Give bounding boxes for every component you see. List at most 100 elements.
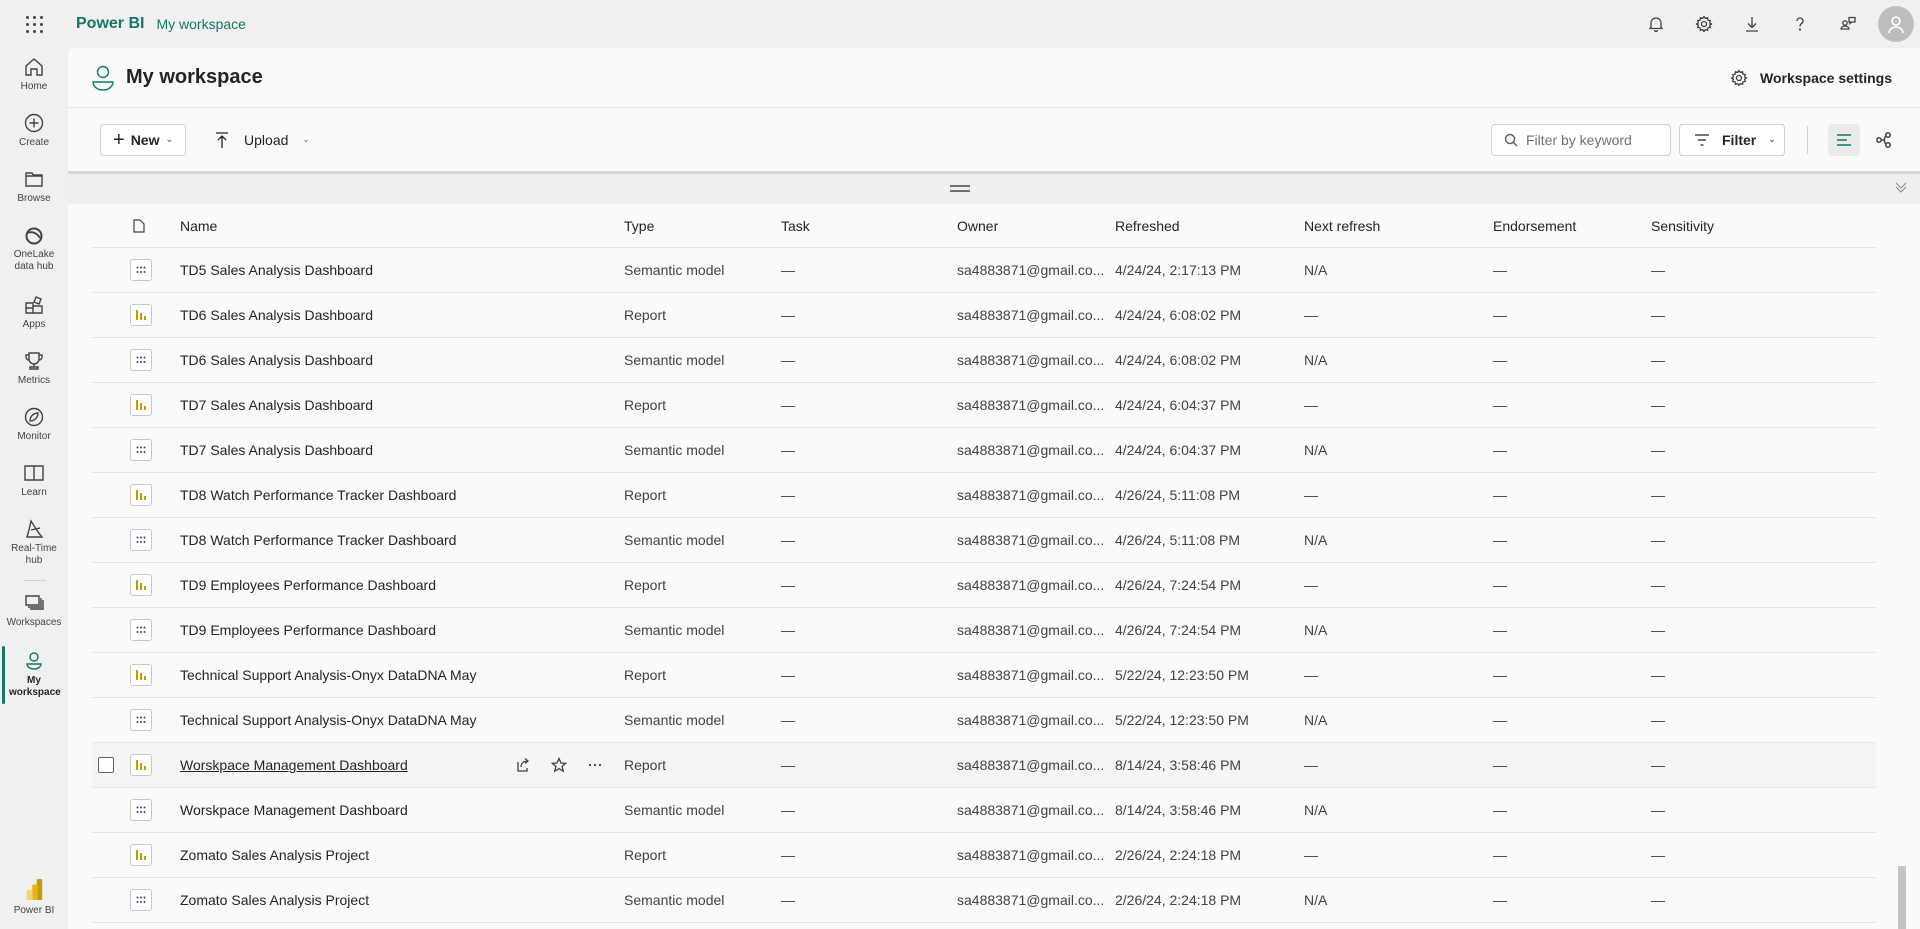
nav-apps[interactable]: Apps bbox=[0, 294, 68, 331]
table-row[interactable]: Worskpace Management Dashboard Semantic m… bbox=[92, 788, 1876, 833]
more-options-button[interactable] bbox=[584, 754, 606, 776]
notifications-button[interactable] bbox=[1632, 0, 1680, 48]
table-row[interactable]: Zomato Sales Analysis Project Semantic mo… bbox=[92, 878, 1876, 923]
app-launcher-button[interactable] bbox=[0, 0, 68, 48]
search-input[interactable] bbox=[1526, 131, 1666, 148]
realtime-icon bbox=[26, 519, 44, 538]
nav-browse[interactable]: Browse bbox=[0, 168, 68, 205]
nav-metrics[interactable]: Metrics bbox=[0, 350, 68, 387]
lineage-view-button[interactable] bbox=[1868, 124, 1900, 156]
column-header-owner[interactable]: Owner bbox=[957, 218, 1115, 234]
upload-button[interactable]: Upload ⌄ bbox=[214, 124, 310, 156]
item-name-link[interactable]: Worskpace Management Dashboard bbox=[180, 802, 408, 818]
item-name-link[interactable]: TD6 Sales Analysis Dashboard bbox=[180, 307, 373, 323]
filter-button[interactable]: Filter ⌄ bbox=[1679, 123, 1785, 156]
filter-keyword-search[interactable] bbox=[1491, 123, 1671, 156]
item-name-link[interactable]: TD6 Sales Analysis Dashboard bbox=[180, 352, 373, 368]
nav-monitor[interactable]: Monitor bbox=[0, 406, 68, 443]
item-name-link[interactable]: TD8 Watch Performance Tracker Dashboard bbox=[180, 487, 456, 503]
nav-create[interactable]: Create bbox=[0, 112, 68, 149]
table-row[interactable]: TD6 Sales Analysis Dashboard Semantic mod… bbox=[92, 338, 1876, 383]
list-view-button[interactable] bbox=[1828, 123, 1860, 156]
ellipsis-icon bbox=[588, 763, 602, 767]
item-name-link[interactable]: Technical Support Analysis-Onyx DataDNA … bbox=[180, 667, 476, 683]
table-row[interactable]: Technical Support Analysis-Onyx DataDNA … bbox=[92, 653, 1876, 698]
new-button[interactable]: + New ⌄ bbox=[100, 123, 187, 156]
item-type-cell bbox=[130, 619, 180, 641]
filter-label: Filter bbox=[1722, 131, 1757, 148]
endorsement-cell: — bbox=[1493, 892, 1507, 908]
brand-name[interactable]: Power BI bbox=[76, 15, 144, 33]
filter-icon bbox=[1695, 133, 1709, 146]
nav-onelake[interactable]: OneLake data hub bbox=[0, 224, 68, 273]
table-row[interactable]: TD5 Sales Analysis Dashboard Semantic mod… bbox=[92, 248, 1876, 293]
column-header-task[interactable]: Task bbox=[781, 218, 957, 234]
refreshed-cell: 4/26/24, 7:24:54 PM bbox=[1115, 622, 1242, 638]
table-row[interactable]: TD8 Watch Performance Tracker Dashboard R… bbox=[92, 473, 1876, 518]
table-row[interactable]: TD7 Sales Analysis Dashboard Report — sa488… bbox=[92, 383, 1876, 428]
semantic-model-icon bbox=[130, 259, 152, 281]
column-header-next-refresh[interactable]: Next refresh bbox=[1304, 218, 1493, 234]
type-cell: Report bbox=[624, 757, 667, 773]
item-name-link[interactable]: TD7 Sales Analysis Dashboard bbox=[180, 397, 373, 413]
refreshed-cell: 4/24/24, 2:17:13 PM bbox=[1115, 262, 1242, 278]
item-name-link[interactable]: Worskpace Management Dashboard bbox=[180, 757, 408, 773]
type-icon-column bbox=[130, 218, 180, 233]
item-type-cell bbox=[130, 574, 180, 596]
next-refresh-cell: N/A bbox=[1304, 442, 1328, 458]
share-button[interactable] bbox=[512, 754, 534, 776]
item-name-link[interactable]: Zomato Sales Analysis Project bbox=[180, 847, 369, 863]
workspace-settings-button[interactable]: Workspace settings bbox=[1730, 68, 1892, 87]
vertical-scrollbar[interactable] bbox=[1898, 866, 1906, 929]
download-icon bbox=[1746, 17, 1758, 32]
refreshed-cell: 2/26/24, 2:24:18 PM bbox=[1115, 847, 1242, 863]
table-row[interactable]: Worskpace Management Dashboard Report — sa4… bbox=[92, 743, 1876, 788]
settings-button[interactable] bbox=[1680, 0, 1728, 48]
collapse-button[interactable] bbox=[1894, 180, 1910, 196]
item-name-link[interactable]: Zomato Sales Analysis Project bbox=[180, 892, 369, 908]
column-header-type[interactable]: Type bbox=[624, 218, 781, 234]
table-row[interactable]: TD9 Employees Performance Dashboard Repor… bbox=[92, 563, 1876, 608]
waffle-icon bbox=[25, 15, 43, 33]
nav-workspaces[interactable]: Workspaces bbox=[0, 592, 68, 629]
favorite-button[interactable] bbox=[548, 754, 570, 776]
column-header-endorsement[interactable]: Endorsement bbox=[1493, 218, 1651, 234]
table-row[interactable]: TD8 Watch Performance Tracker Dashboard S… bbox=[92, 518, 1876, 563]
table-row[interactable]: Zomato Sales Analysis Project Report — sa48… bbox=[92, 833, 1876, 878]
item-name-link[interactable]: Technical Support Analysis-Onyx DataDNA … bbox=[180, 712, 476, 728]
bell-icon bbox=[1648, 17, 1664, 33]
table-row[interactable]: TD6 Sales Analysis Dashboard Report — sa488… bbox=[92, 293, 1876, 338]
row-checkbox[interactable] bbox=[98, 757, 114, 773]
name-cell: Worskpace Management Dashboard bbox=[180, 802, 624, 818]
item-name-link[interactable]: TD9 Employees Performance Dashboard bbox=[180, 577, 436, 593]
item-name-link[interactable]: TD5 Sales Analysis Dashboard bbox=[180, 262, 373, 278]
nav-home[interactable]: Home bbox=[0, 56, 68, 93]
next-refresh-cell: — bbox=[1304, 757, 1318, 773]
item-type-cell bbox=[130, 394, 180, 416]
power-bi-switcher[interactable]: Power BI bbox=[0, 878, 68, 917]
report-icon bbox=[130, 394, 152, 416]
owner-cell: sa4883871@gmail.co... bbox=[957, 577, 1105, 593]
help-button[interactable] bbox=[1776, 0, 1824, 48]
nav-learn[interactable]: Learn bbox=[0, 462, 68, 499]
breadcrumb[interactable]: My workspace bbox=[156, 16, 245, 32]
item-name-link[interactable]: TD8 Watch Performance Tracker Dashboard bbox=[180, 532, 456, 548]
nav-realtime-hub[interactable]: Real-Time hub bbox=[0, 518, 68, 567]
account-avatar[interactable] bbox=[1878, 6, 1914, 42]
task-cell: — bbox=[781, 757, 795, 773]
nav-my-workspace[interactable]: My workspace bbox=[0, 646, 68, 704]
item-name-link[interactable]: TD9 Employees Performance Dashboard bbox=[180, 622, 436, 638]
column-header-refreshed[interactable]: Refreshed bbox=[1115, 218, 1304, 234]
gear-icon bbox=[1730, 68, 1748, 87]
item-name-link[interactable]: TD7 Sales Analysis Dashboard bbox=[180, 442, 373, 458]
table-row[interactable]: TD9 Employees Performance Dashboard Seman… bbox=[92, 608, 1876, 653]
column-header-name[interactable]: Name bbox=[180, 218, 624, 234]
sensitivity-cell: — bbox=[1651, 352, 1665, 368]
table-row[interactable]: Technical Support Analysis-Onyx DataDNA … bbox=[92, 698, 1876, 743]
feedback-button[interactable] bbox=[1824, 0, 1872, 48]
download-button[interactable] bbox=[1728, 0, 1776, 48]
gear-icon bbox=[1695, 15, 1713, 33]
resize-grip-handle[interactable] bbox=[950, 185, 970, 192]
column-header-sensitivity[interactable]: Sensitivity bbox=[1651, 218, 1801, 234]
table-row[interactable]: TD7 Sales Analysis Dashboard Semantic mod… bbox=[92, 428, 1876, 473]
